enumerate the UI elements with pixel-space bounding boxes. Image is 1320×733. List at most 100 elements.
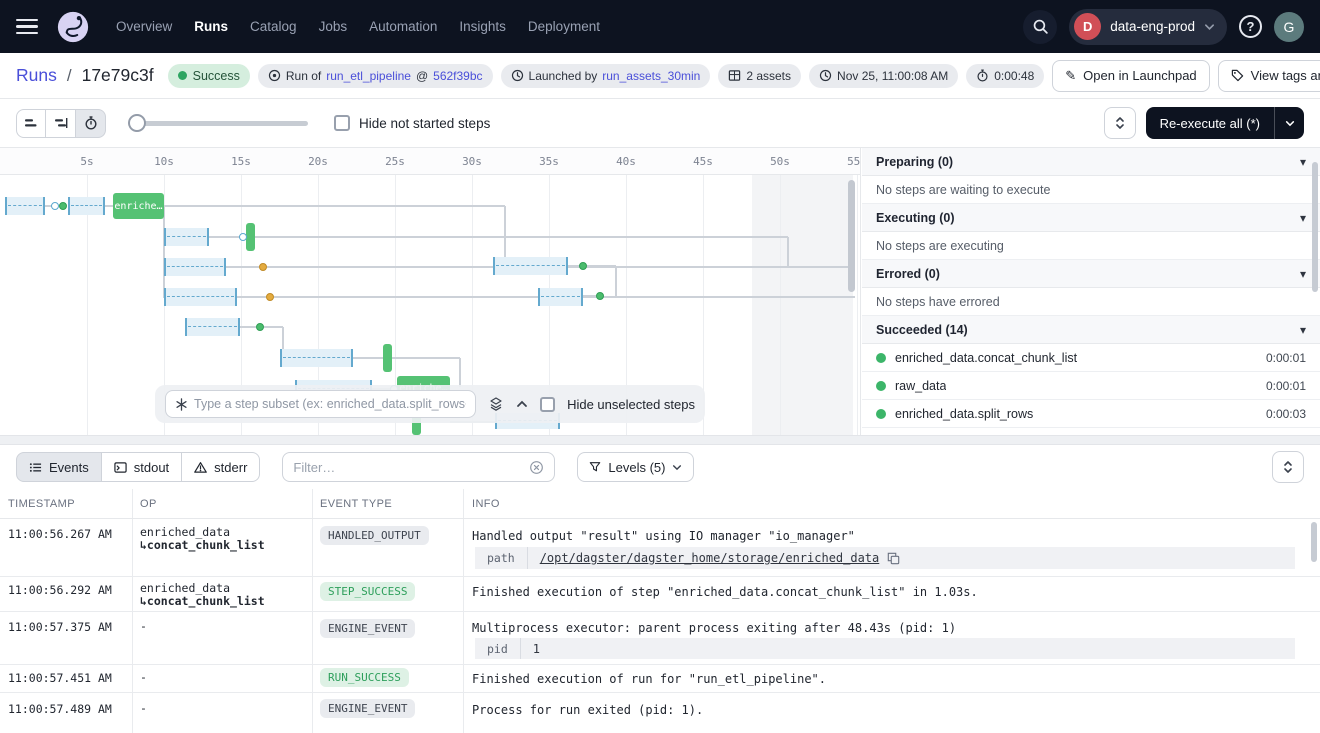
reorder-panel-button[interactable] [1104, 107, 1136, 139]
gantt-vertical-scrollbar[interactable] [848, 180, 855, 292]
workspace-name: data-eng-prod [1110, 19, 1195, 34]
commit-link[interactable]: 562f39bc [433, 69, 482, 83]
tag-start-time: Nov 25, 11:00:08 AM [809, 64, 958, 88]
section-executing[interactable]: Executing (0) ▾ [862, 204, 1320, 232]
reexecute-dropdown[interactable] [1274, 107, 1304, 139]
log-row[interactable]: 11:00:56.267 AM enriched_data↳concat_chu… [0, 519, 1320, 577]
panel-scrollbar[interactable] [1312, 162, 1318, 292]
gantt-step-pending-bar[interactable] [538, 288, 583, 306]
gantt-step-pending-bar[interactable] [164, 288, 237, 306]
checkbox-label[interactable]: Hide unselected steps [567, 397, 695, 412]
tab-stderr[interactable]: stderr [182, 452, 260, 482]
gantt-connector [787, 237, 789, 267]
gantt-step-pending-bar[interactable] [280, 349, 353, 367]
log-filter-input[interactable] [293, 460, 521, 475]
step-row[interactable]: enriched_data.process_chunk [0] 0:00:04 [862, 428, 1320, 435]
section-title: Executing (0) [876, 211, 955, 225]
open-in-launchpad-button[interactable]: ✎ Open in Launchpad [1052, 60, 1209, 92]
step-row[interactable]: enriched_data.split_rows 0:00:03 [862, 400, 1320, 428]
levels-dropdown[interactable]: Levels (5) [577, 452, 694, 482]
pipeline-link[interactable]: run_etl_pipeline [326, 69, 411, 83]
section-succeeded[interactable]: Succeeded (14) ▾ [862, 316, 1320, 344]
gantt-step-pending-bar[interactable] [164, 258, 226, 276]
slider-track[interactable] [128, 121, 308, 126]
button-label: Open in Launchpad [1083, 68, 1196, 83]
step-subset-inputbox[interactable] [165, 390, 476, 418]
nav-deployment[interactable]: Deployment [528, 19, 600, 34]
gantt-axis-tick: 20s [298, 155, 338, 168]
gantt-chart: 5s10s15s20s25s30s35s40s45s50s55s enriche… [0, 148, 861, 435]
step-row[interactable]: enriched_data.concat_chunk_list 0:00:01 [862, 344, 1320, 372]
breadcrumb-runs-link[interactable]: Runs [16, 65, 57, 86]
gantt-axis-tick: 45s [683, 155, 723, 168]
gantt-axis-tick: 5s [67, 155, 107, 168]
gantt-green-dot [256, 323, 264, 331]
storage-path-link[interactable]: /opt/dagster/dagster_home/storage/enrich… [528, 551, 884, 565]
pending-midline [541, 296, 580, 297]
log-reorder-button[interactable] [1272, 451, 1304, 483]
log-row[interactable]: 11:00:56.292 AM enriched_data↳concat_chu… [0, 577, 1320, 612]
view-flat-icon[interactable] [16, 109, 46, 138]
log-filter-box[interactable] [282, 452, 555, 482]
gantt-step-pending-bar[interactable] [68, 197, 105, 215]
nav-catalog[interactable]: Catalog [250, 19, 297, 34]
hide-not-started-checkbox[interactable] [334, 115, 350, 131]
step-duration: 0:00:01 [1266, 379, 1306, 393]
funnel-icon [589, 461, 601, 473]
gantt-step-pending-bar[interactable] [493, 257, 568, 275]
view-tags-config-button[interactable]: View tags and config [1218, 60, 1320, 92]
chevron-down-icon: ▾ [1300, 323, 1306, 337]
layers-icon[interactable] [488, 396, 504, 412]
workspace-switcher[interactable]: D data-eng-prod [1069, 9, 1227, 45]
log-info: Multiprocess executor: parent process ex… [472, 621, 1290, 635]
chevron-down-icon: ▾ [1300, 155, 1306, 169]
gantt-step-success-bar[interactable]: enriche… [113, 193, 164, 219]
metadata-row: path /opt/dagster/dagster_home/storage/e… [475, 547, 1295, 569]
clear-filter-icon[interactable] [529, 460, 544, 475]
user-avatar[interactable]: G [1274, 12, 1304, 42]
step-subset-input[interactable] [194, 397, 466, 411]
section-errored[interactable]: Errored (0) ▾ [862, 260, 1320, 288]
log-timestamp: 11:00:57.451 AM [8, 671, 112, 685]
gantt-green-dot [596, 292, 604, 300]
step-row[interactable]: raw_data 0:00:01 [862, 372, 1320, 400]
log-row[interactable]: 11:00:57.489 AM - ENGINE_EVENT Process f… [0, 693, 1320, 733]
log-row[interactable]: 11:00:57.375 AM - ENGINE_EVENT Multiproc… [0, 612, 1320, 665]
success-dot-icon [876, 381, 886, 391]
step-duration: 0:00:01 [1266, 351, 1306, 365]
gantt-step-success-bar[interactable] [246, 223, 255, 251]
hide-unselected-checkbox[interactable] [540, 397, 555, 412]
run-header: Runs / 17e79c3f Success Run of run_etl_p… [0, 53, 1320, 99]
checkbox-label[interactable]: Hide not started steps [359, 116, 490, 131]
gantt-zoom-slider[interactable] [128, 114, 308, 132]
gantt-step-success-bar[interactable] [383, 344, 392, 372]
tab-events[interactable]: Events [16, 452, 102, 482]
chevron-down-icon [672, 464, 682, 471]
gantt-connector [164, 205, 505, 207]
gantt-step-pending-bar[interactable] [5, 197, 45, 215]
reexecute-all-button[interactable]: Re-execute all (*) [1146, 107, 1304, 139]
view-timed-icon[interactable] [76, 109, 106, 138]
nav-runs[interactable]: Runs [194, 19, 228, 34]
schedule-link[interactable]: run_assets_30min [602, 69, 700, 83]
slider-knob[interactable] [128, 114, 146, 132]
copy-icon[interactable] [887, 552, 900, 565]
horizontal-splitter[interactable] [0, 435, 1320, 445]
nav-jobs[interactable]: Jobs [319, 19, 348, 34]
view-waterfall-icon[interactable] [46, 109, 76, 138]
nav-overview[interactable]: Overview [116, 19, 172, 34]
section-preparing[interactable]: Preparing (0) ▾ [862, 148, 1320, 176]
search-icon[interactable] [1023, 10, 1057, 44]
log-row[interactable]: 11:00:57.451 AM - RUN_SUCCESS Finished e… [0, 665, 1320, 693]
tab-stdout[interactable]: stdout [102, 452, 182, 482]
chevron-up-icon[interactable] [516, 400, 528, 408]
gantt-step-pending-bar[interactable] [185, 318, 240, 336]
gantt-step-pending-bar[interactable] [164, 228, 209, 246]
tag-assets[interactable]: 2 assets [718, 64, 801, 88]
nav-insights[interactable]: Insights [459, 19, 506, 34]
log-scrollbar[interactable] [1311, 522, 1317, 562]
help-icon[interactable]: ? [1239, 15, 1262, 38]
nav-automation[interactable]: Automation [369, 19, 437, 34]
dagster-logo[interactable] [56, 10, 90, 44]
hamburger-menu-icon[interactable] [16, 19, 38, 34]
